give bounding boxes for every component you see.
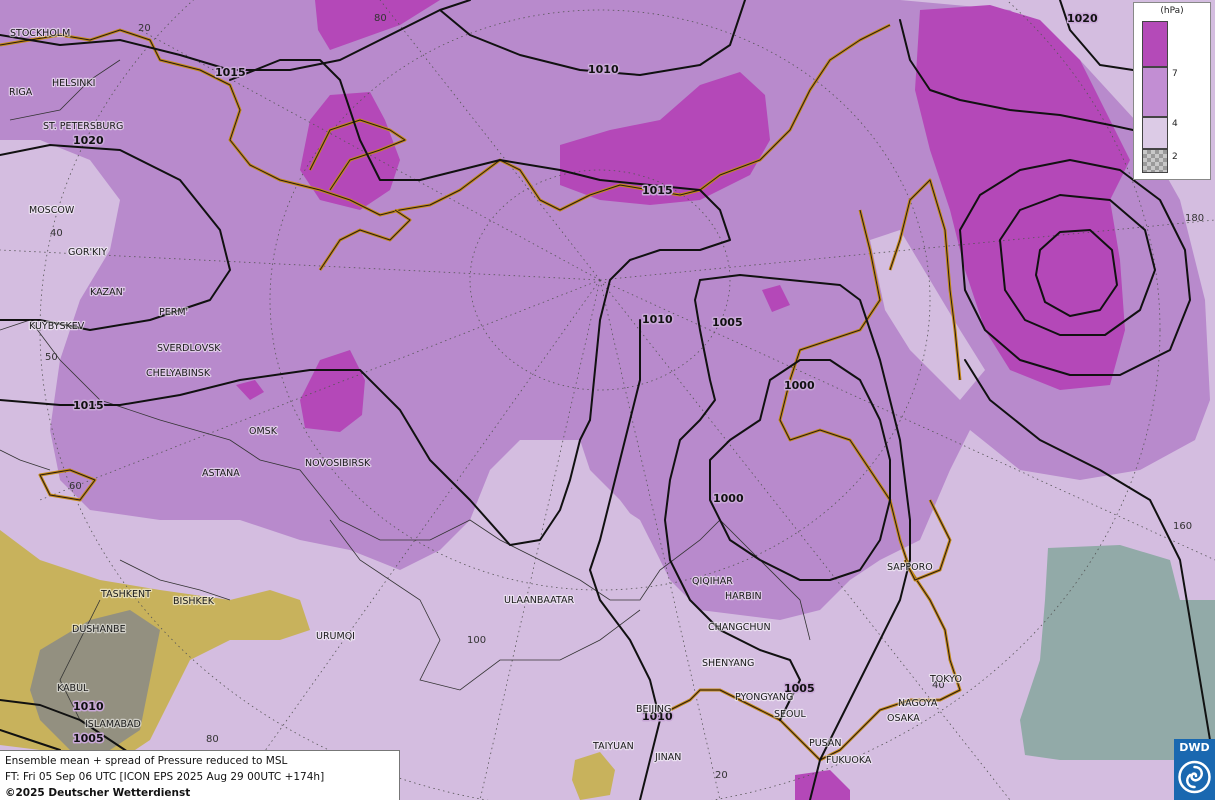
graticule-label: 60 — [69, 481, 82, 492]
city-label: ST. PETERSBURG — [43, 121, 123, 132]
isobar-label: 1020 — [1067, 12, 1098, 25]
city-label: PYONGYANG — [735, 692, 793, 703]
graticule-label: 100 — [467, 635, 486, 646]
city-label: KUYBYSKEV — [29, 321, 85, 332]
city-label: BISHKEK — [173, 596, 215, 607]
isobar-label: 1010 — [588, 63, 619, 76]
legend-level-2: 2 — [1172, 152, 1178, 162]
graticule-label: 180 — [1185, 213, 1204, 224]
city-label: RIGA — [9, 87, 33, 98]
isobar-label: 1005 — [73, 732, 104, 745]
city-label: QIQIHAR — [692, 576, 733, 587]
city-label: STOCKHOLM — [10, 28, 70, 39]
graticule-label: 20 — [715, 770, 728, 781]
city-label: OSAKA — [887, 713, 920, 724]
city-label: ULAANBAATAR — [504, 595, 574, 606]
city-label: SEOUL — [774, 709, 806, 720]
city-label: CHELYABINSK — [146, 368, 211, 379]
info-box: Ensemble mean + spread of Pressure reduc… — [0, 750, 400, 800]
legend-swatch-high — [1142, 21, 1168, 67]
city-label: HELSINKI — [52, 78, 95, 89]
city-label: CHANGCHUN — [708, 622, 771, 633]
city-label: PUSAN — [809, 738, 842, 749]
city-label: OMSK — [249, 426, 278, 437]
graticule-label: 50 — [45, 352, 58, 363]
city-label: ASTANA — [202, 468, 240, 479]
isobar-label: 1010 — [73, 700, 104, 713]
legend-unit: (hPa) — [1160, 6, 1184, 16]
city-label: SHENYANG — [702, 658, 754, 669]
legend: (hPa) 7 4 2 — [1133, 2, 1211, 180]
city-label: MOSCOW — [29, 205, 75, 216]
copyright: ©2025 Deutscher Wetterdienst — [5, 787, 191, 799]
isobar-label: 1015 — [73, 399, 104, 412]
dwd-logo: DWD — [1174, 739, 1215, 800]
city-label: TOKYO — [929, 674, 962, 685]
city-label: DUSHANBE — [72, 624, 126, 635]
city-label: PERM' — [159, 307, 188, 318]
city-label: TASHKENT — [100, 589, 151, 600]
isobar-label: 1005 — [712, 316, 743, 329]
city-label: KABUL — [57, 683, 89, 694]
legend-level-7: 7 — [1172, 69, 1178, 79]
weather-map: 1020 1020 1015 1015 1010 1010 1020 1020 1015 1015… — [0, 0, 1215, 800]
city-label: URUMQI — [316, 631, 355, 642]
map-description: Ensemble mean + spread of Pressure reduc… — [5, 755, 288, 767]
city-label: ISLAMABAD — [85, 719, 141, 730]
city-label: NOVOSIBIRSK — [305, 458, 371, 469]
graticule-label: 20 — [138, 23, 151, 34]
city-label: GOR'KIY — [68, 247, 107, 258]
graticule-label: 80 — [206, 734, 219, 745]
forecast-time: FT: Fri 05 Sep 06 UTC [ICON EPS 2025 Aug… — [5, 771, 325, 783]
isobar-label: 1020 — [73, 134, 104, 147]
city-label: FUKUOKA — [826, 755, 872, 766]
graticule-label: 80 — [374, 13, 387, 24]
city-label: NAGOYA — [898, 698, 938, 709]
legend-level-4: 4 — [1172, 119, 1178, 129]
city-label: HARBIN — [725, 591, 762, 602]
city-label: SAPPORO — [887, 562, 933, 573]
isobar-label: 1000 — [713, 492, 744, 505]
isobar-label: 1015 — [215, 66, 246, 79]
city-label: BEIJING — [636, 704, 671, 715]
legend-swatch-mid — [1142, 67, 1168, 117]
isobar-label: 1010 — [642, 313, 673, 326]
graticule-label: 160 — [1173, 521, 1192, 532]
city-label: TAIYUAN — [592, 741, 634, 752]
isobar-label: 1000 — [784, 379, 815, 392]
isobar-label: 1015 — [642, 184, 673, 197]
dwd-logo-text: DWD — [1179, 741, 1210, 754]
map-canvas: 1020102010151015 101010101020102010151015… — [0, 0, 1215, 800]
city-label: KAZAN' — [90, 287, 125, 298]
legend-swatch-min — [1142, 149, 1168, 173]
legend-swatch-low — [1142, 117, 1168, 149]
dwd-swirl-icon — [1178, 760, 1211, 794]
graticule-label: 40 — [50, 228, 63, 239]
city-label: JINAN — [654, 752, 681, 763]
city-label: SVERDLOVSK — [157, 343, 221, 354]
